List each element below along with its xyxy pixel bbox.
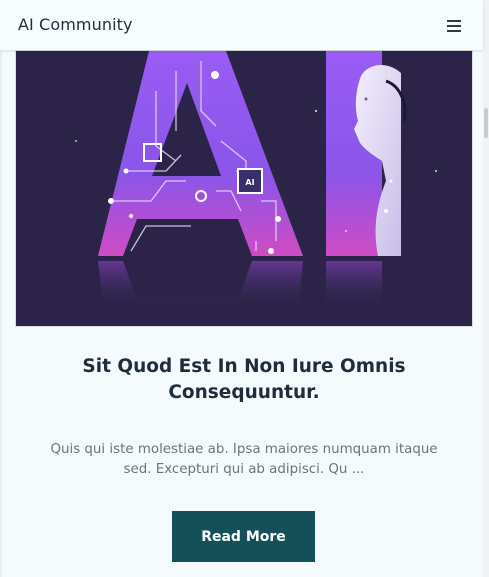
post-hero-image[interactable]: AI	[15, 50, 473, 327]
navbar: AI Community	[0, 0, 483, 50]
post-excerpt: Quis qui iste molestiae ab. Ipsa maiores…	[50, 442, 438, 477]
post-title[interactable]: Sit Quod Est In Non Iure Omnis Consequun…	[40, 354, 448, 406]
scrollbar-thumb[interactable]	[484, 108, 488, 138]
page: AI Community AI Sit Quod Est In Non Iure…	[0, 0, 489, 577]
left-border	[0, 0, 2, 577]
scrollbar-track[interactable]	[483, 0, 489, 577]
brand-logo-text[interactable]: AI Community	[18, 15, 133, 34]
ai-illustration: AI	[16, 51, 472, 326]
chip-label: AI	[245, 178, 254, 187]
hamburger-menu-icon[interactable]	[445, 16, 463, 34]
read-more-button[interactable]: Read More	[172, 511, 315, 562]
